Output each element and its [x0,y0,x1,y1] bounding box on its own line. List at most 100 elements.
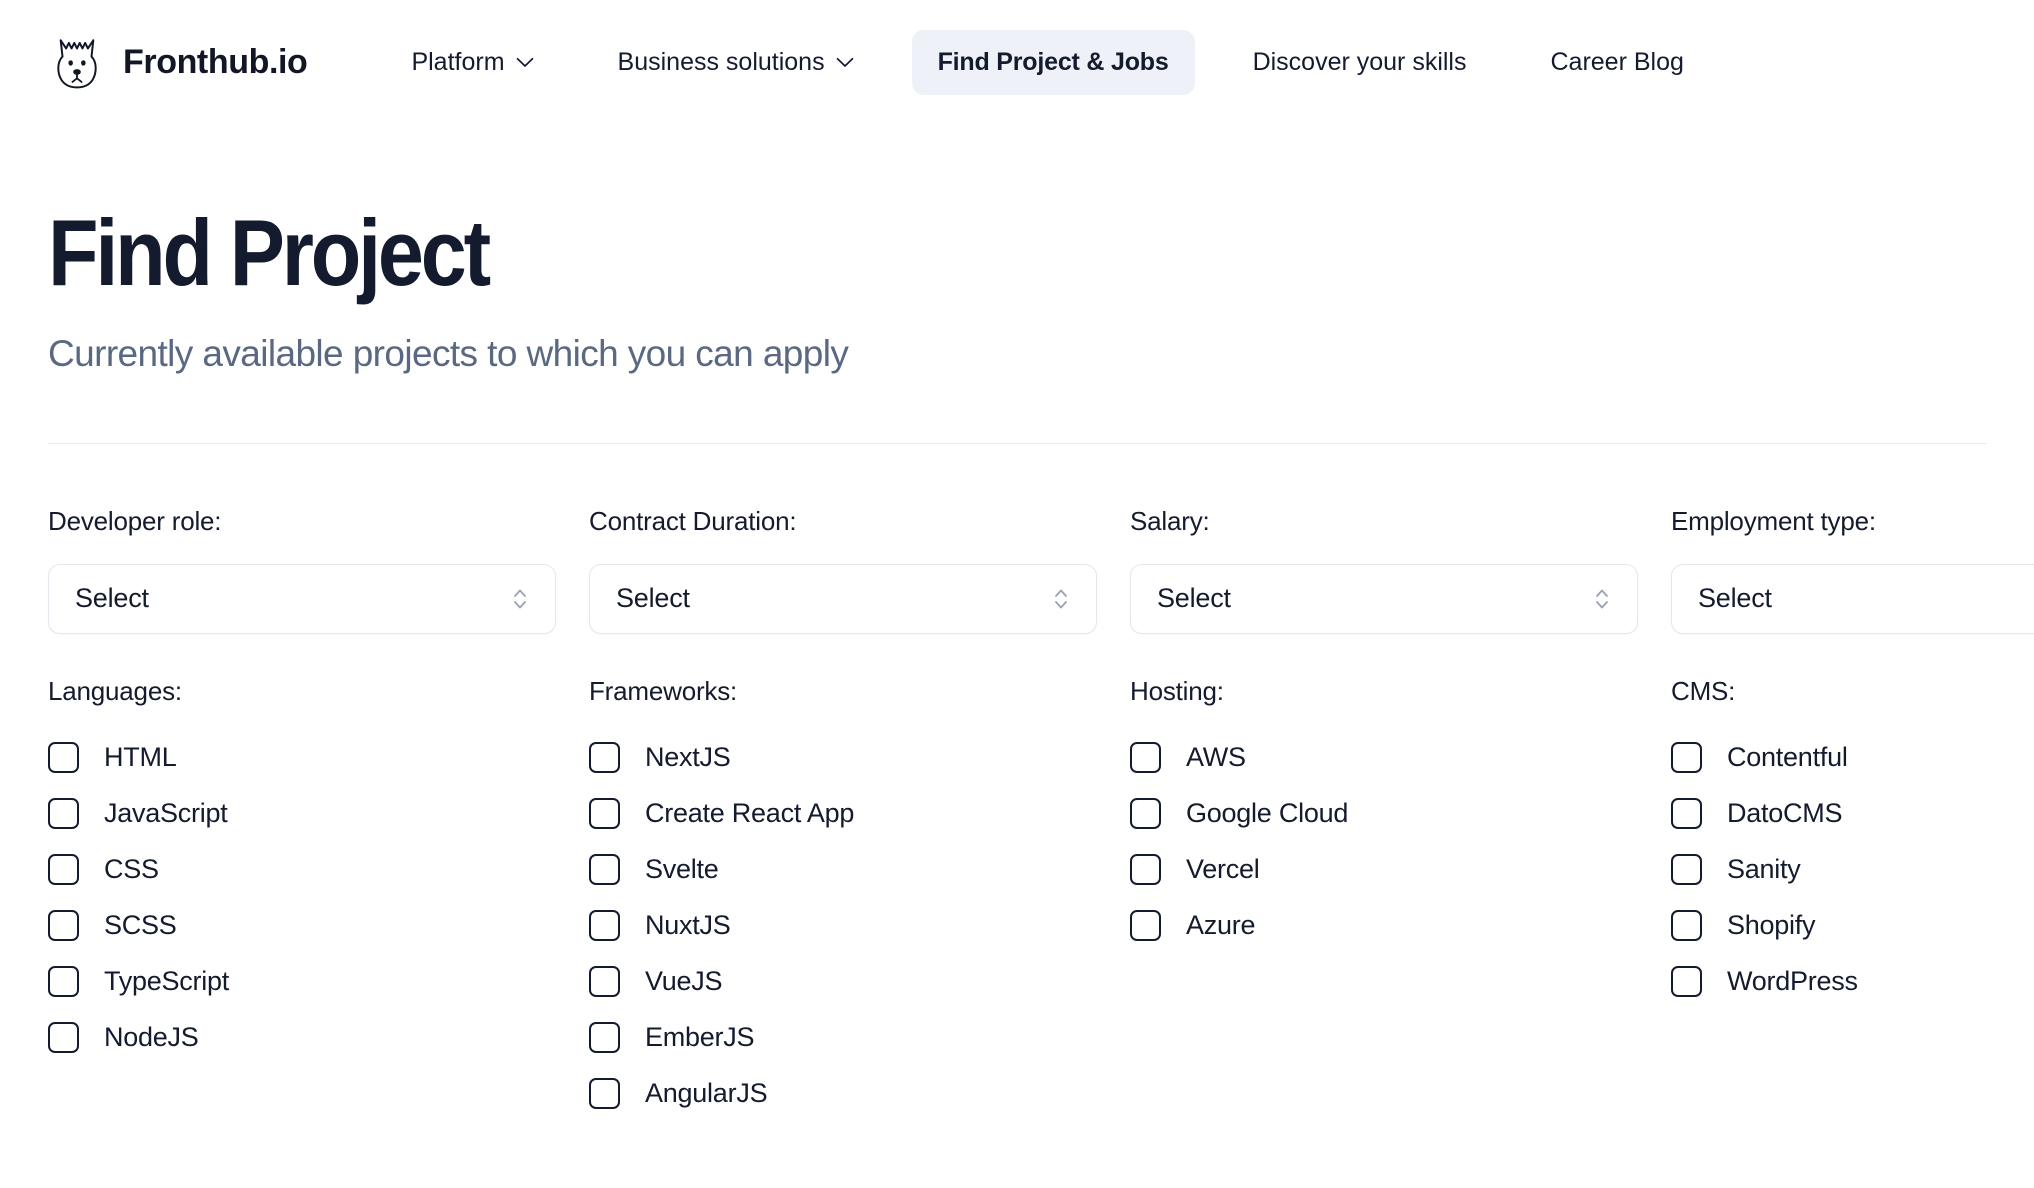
checkbox-icon[interactable] [589,1078,620,1110]
brand-name: Fronthub.io [123,42,308,81]
filter-label: Contract Duration: [589,505,797,536]
group-cms: CMS: Contentful DatoCMS Sanity Shopify W… [1671,676,2034,1122]
page-subtitle: Currently available projects to which yo… [48,333,849,374]
nav-item-discover-your-skills[interactable]: Discover your skills [1227,30,1493,95]
checkbox-icon[interactable] [1130,910,1161,942]
checkbox-item-sanity[interactable]: Sanity [1671,842,2034,898]
checkbox-item-angularjs[interactable]: AngularJS [589,1066,1130,1122]
checkbox-label: Vercel [1186,854,1260,885]
checkbox-label: Shopify [1727,910,1816,941]
checkbox-label: NodeJS [104,1022,199,1053]
checkbox-item-google-cloud[interactable]: Google Cloud [1130,786,1671,842]
checkbox-icon[interactable] [48,742,79,774]
checkbox-label: Azure [1186,910,1256,941]
checkbox-label: AngularJS [645,1078,768,1109]
checkbox-icon[interactable] [48,966,79,998]
chevron-up-down-icon [1052,584,1070,614]
checkbox-groups-row: Languages: HTML JavaScript CSS SCSS Type… [0,676,2034,1122]
brand-logo-link[interactable]: Fronthub.io [48,33,308,91]
checkbox-item-nextjs[interactable]: NextJS [589,730,1130,786]
nav-item-career-blog[interactable]: Career Blog [1525,30,1710,95]
checkbox-item-scss[interactable]: SCSS [48,898,589,954]
nav-item-label: Business solutions [617,47,825,76]
filter-label: Employment type: [1671,505,1876,536]
group-hosting: Hosting: AWS Google Cloud Vercel Azure [1130,676,1671,1122]
nav-item-label: Career Blog [1550,47,1684,76]
checkbox-item-create-react-app[interactable]: Create React App [589,786,1130,842]
checkbox-label: SCSS [104,910,177,941]
page-title: Find Project [48,200,491,305]
nav-item-find-project-and-jobs[interactable]: Find Project & Jobs [911,29,1195,95]
checkbox-item-vercel[interactable]: Vercel [1130,842,1671,898]
developer-role-select[interactable]: Select [48,563,556,634]
hero-divider [48,442,1986,444]
checkbox-label: NuxtJS [645,910,731,941]
checkbox-label: NextJS [645,742,731,773]
checkbox-item-azure[interactable]: Azure [1130,898,1671,954]
employment-type-select[interactable]: Select [1671,563,2034,634]
checkbox-label: Google Cloud [1186,798,1349,829]
salary-select[interactable]: Select [1130,563,1638,634]
checkbox-icon[interactable] [589,1022,620,1054]
select-value: Select [1157,583,1231,614]
checkbox-item-html[interactable]: HTML [48,730,589,786]
checkbox-icon[interactable] [48,910,79,942]
checkbox-item-emberjs[interactable]: EmberJS [589,1010,1130,1066]
group-title: CMS: [1671,675,1736,706]
checkbox-icon[interactable] [1130,798,1161,830]
checkbox-icon[interactable] [589,910,620,942]
checkbox-icon[interactable] [589,798,620,830]
filter-label: Developer role: [48,505,222,536]
checkbox-icon[interactable] [1671,798,1702,830]
site-header: Fronthub.io Platform Business solutions … [0,0,2034,124]
main-nav: Platform Business solutions Find Project… [385,29,1710,95]
checkbox-item-svelte[interactable]: Svelte [589,842,1130,898]
checkbox-item-wordpress[interactable]: WordPress [1671,954,2034,1010]
checkbox-icon[interactable] [48,854,79,886]
checkbox-icon[interactable] [48,1022,79,1054]
group-title: Languages: [48,675,182,706]
checkbox-icon[interactable] [1130,854,1161,886]
filter-contract-duration: Contract Duration: Select [589,506,1130,634]
checkbox-icon[interactable] [1130,742,1161,774]
select-value: Select [75,583,149,614]
checkbox-item-vuejs[interactable]: VueJS [589,954,1130,1010]
dog-head-logo-icon [48,33,106,91]
checkbox-item-javascript[interactable]: JavaScript [48,786,589,842]
checkbox-label: Create React App [645,798,855,829]
checkbox-item-aws[interactable]: AWS [1130,730,1671,786]
checkbox-label: EmberJS [645,1022,755,1053]
nav-item-business-solutions[interactable]: Business solutions [592,30,880,95]
contract-duration-select[interactable]: Select [589,563,1097,634]
group-frameworks: Frameworks: NextJS Create React App Svel… [589,676,1130,1122]
checkbox-item-datocms[interactable]: DatoCMS [1671,786,2034,842]
checkbox-item-shopify[interactable]: Shopify [1671,898,2034,954]
checkbox-label: DatoCMS [1727,798,1843,829]
checkbox-item-typescript[interactable]: TypeScript [48,954,589,1010]
checkbox-label: Svelte [645,854,719,885]
checkbox-icon[interactable] [48,798,79,830]
checkbox-item-nodejs[interactable]: NodeJS [48,1010,589,1066]
checkbox-icon[interactable] [1671,854,1702,886]
checkbox-icon[interactable] [589,742,620,774]
chevron-down-icon [516,57,534,68]
checkbox-icon[interactable] [1671,742,1702,774]
group-title: Hosting: [1130,675,1224,706]
checkbox-item-css[interactable]: CSS [48,842,589,898]
checkbox-item-contentful[interactable]: Contentful [1671,730,2034,786]
filter-label: Salary: [1130,505,1210,536]
checkbox-label: Sanity [1727,854,1801,885]
filter-salary: Salary: Select [1130,506,1671,634]
filter-developer-role: Developer role: Select [48,506,589,634]
checkbox-icon[interactable] [1671,966,1702,998]
nav-item-label: Platform [411,47,505,76]
checkbox-icon[interactable] [1671,910,1702,942]
nav-item-label: Discover your skills [1252,47,1467,76]
checkbox-label: WordPress [1727,966,1858,997]
group-title: Frameworks: [589,675,738,706]
checkbox-item-nuxtjs[interactable]: NuxtJS [589,898,1130,954]
chevron-down-icon [836,57,854,68]
nav-item-platform[interactable]: Platform [385,30,559,95]
checkbox-icon[interactable] [589,854,620,886]
checkbox-icon[interactable] [589,966,620,998]
